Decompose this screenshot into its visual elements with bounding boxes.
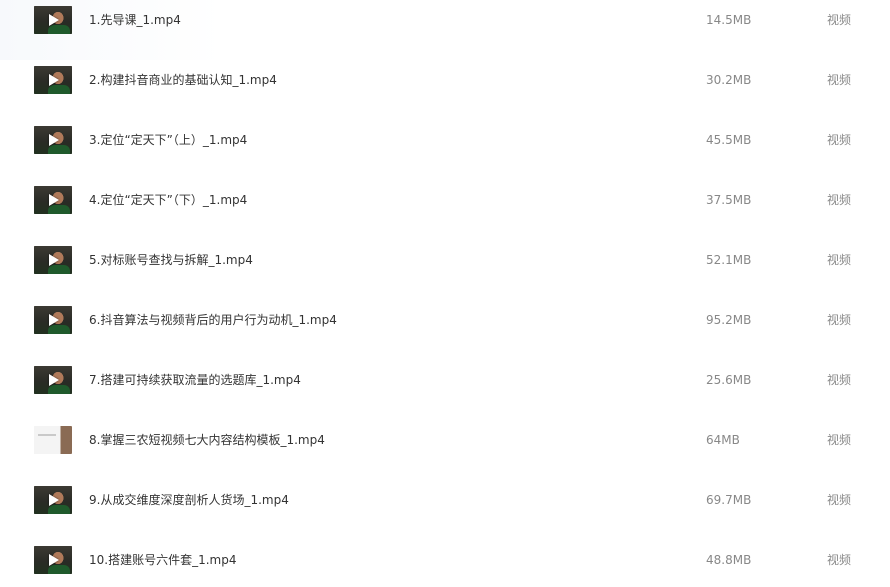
video-thumbnail[interactable] [34,6,72,34]
file-size: 69.7MB [706,493,752,507]
file-type: 视频 [827,193,852,207]
file-row[interactable]: 5.对标账号查找与拆解_1.mp4 52.1MB 视频 [0,240,890,300]
file-type: 视频 [827,313,852,327]
file-size: 64MB [706,433,740,447]
file-list: 1.先导课_1.mp4 14.5MB 视频 2.构建抖音商业的基础认知_1.mp… [0,0,890,587]
video-thumbnail[interactable] [34,186,72,214]
video-thumbnail[interactable] [34,246,72,274]
file-row[interactable]: 1.先导课_1.mp4 14.5MB 视频 [0,0,890,60]
file-name[interactable]: 7.搭建可持续获取流量的选题库_1.mp4 [89,372,301,388]
file-size: 14.5MB [706,13,752,27]
file-name[interactable]: 5.对标账号查找与拆解_1.mp4 [89,252,253,268]
play-icon [49,74,59,86]
file-size: 37.5MB [706,193,752,207]
play-icon [49,194,59,206]
file-type: 视频 [827,433,852,447]
file-row[interactable]: 4.定位“定天下”（下）_1.mp4 37.5MB 视频 [0,180,890,240]
file-type: 视频 [827,373,852,387]
file-type: 视频 [827,493,852,507]
video-thumbnail[interactable] [34,546,72,574]
file-size: 45.5MB [706,133,752,147]
video-thumbnail[interactable] [34,66,72,94]
play-icon [49,14,59,26]
file-row[interactable]: 6.抖音算法与视频背后的用户行为动机_1.mp4 95.2MB 视频 [0,300,890,360]
file-row[interactable]: 10.搭建账号六件套_1.mp4 48.8MB 视频 [0,540,890,587]
file-row[interactable]: 2.构建抖音商业的基础认知_1.mp4 30.2MB 视频 [0,60,890,120]
play-icon [49,254,59,266]
file-name[interactable]: 3.定位“定天下”（上）_1.mp4 [89,132,247,148]
file-size: 52.1MB [706,253,752,267]
file-name[interactable]: 9.从成交维度深度剖析人货场_1.mp4 [89,492,289,508]
video-thumbnail[interactable] [34,126,72,154]
file-type: 视频 [827,13,852,27]
play-icon [49,314,59,326]
slide-thumbnail[interactable] [34,426,72,454]
file-row[interactable]: 3.定位“定天下”（上）_1.mp4 45.5MB 视频 [0,120,890,180]
file-name[interactable]: 4.定位“定天下”（下）_1.mp4 [89,192,247,208]
video-thumbnail[interactable] [34,486,72,514]
file-name[interactable]: 8.掌握三农短视频七大内容结构模板_1.mp4 [89,432,325,448]
file-name[interactable]: 6.抖音算法与视频背后的用户行为动机_1.mp4 [89,312,337,328]
file-row[interactable]: 9.从成交维度深度剖析人货场_1.mp4 69.7MB 视频 [0,480,890,540]
file-size: 95.2MB [706,313,752,327]
file-name[interactable]: 2.构建抖音商业的基础认知_1.mp4 [89,72,277,88]
file-name[interactable]: 10.搭建账号六件套_1.mp4 [89,552,236,568]
file-row[interactable]: 7.搭建可持续获取流量的选题库_1.mp4 25.6MB 视频 [0,360,890,420]
file-type: 视频 [827,73,852,87]
file-name[interactable]: 1.先导课_1.mp4 [89,12,181,28]
file-type: 视频 [827,253,852,267]
file-size: 30.2MB [706,73,752,87]
file-type: 视频 [827,133,852,147]
video-thumbnail[interactable] [34,306,72,334]
play-icon [49,494,59,506]
play-icon [49,134,59,146]
file-type: 视频 [827,553,852,567]
play-icon [49,374,59,386]
file-size: 48.8MB [706,553,752,567]
file-row[interactable]: 8.掌握三农短视频七大内容结构模板_1.mp4 64MB 视频 [0,420,890,480]
play-icon [49,554,59,566]
video-thumbnail[interactable] [34,366,72,394]
file-size: 25.6MB [706,373,752,387]
